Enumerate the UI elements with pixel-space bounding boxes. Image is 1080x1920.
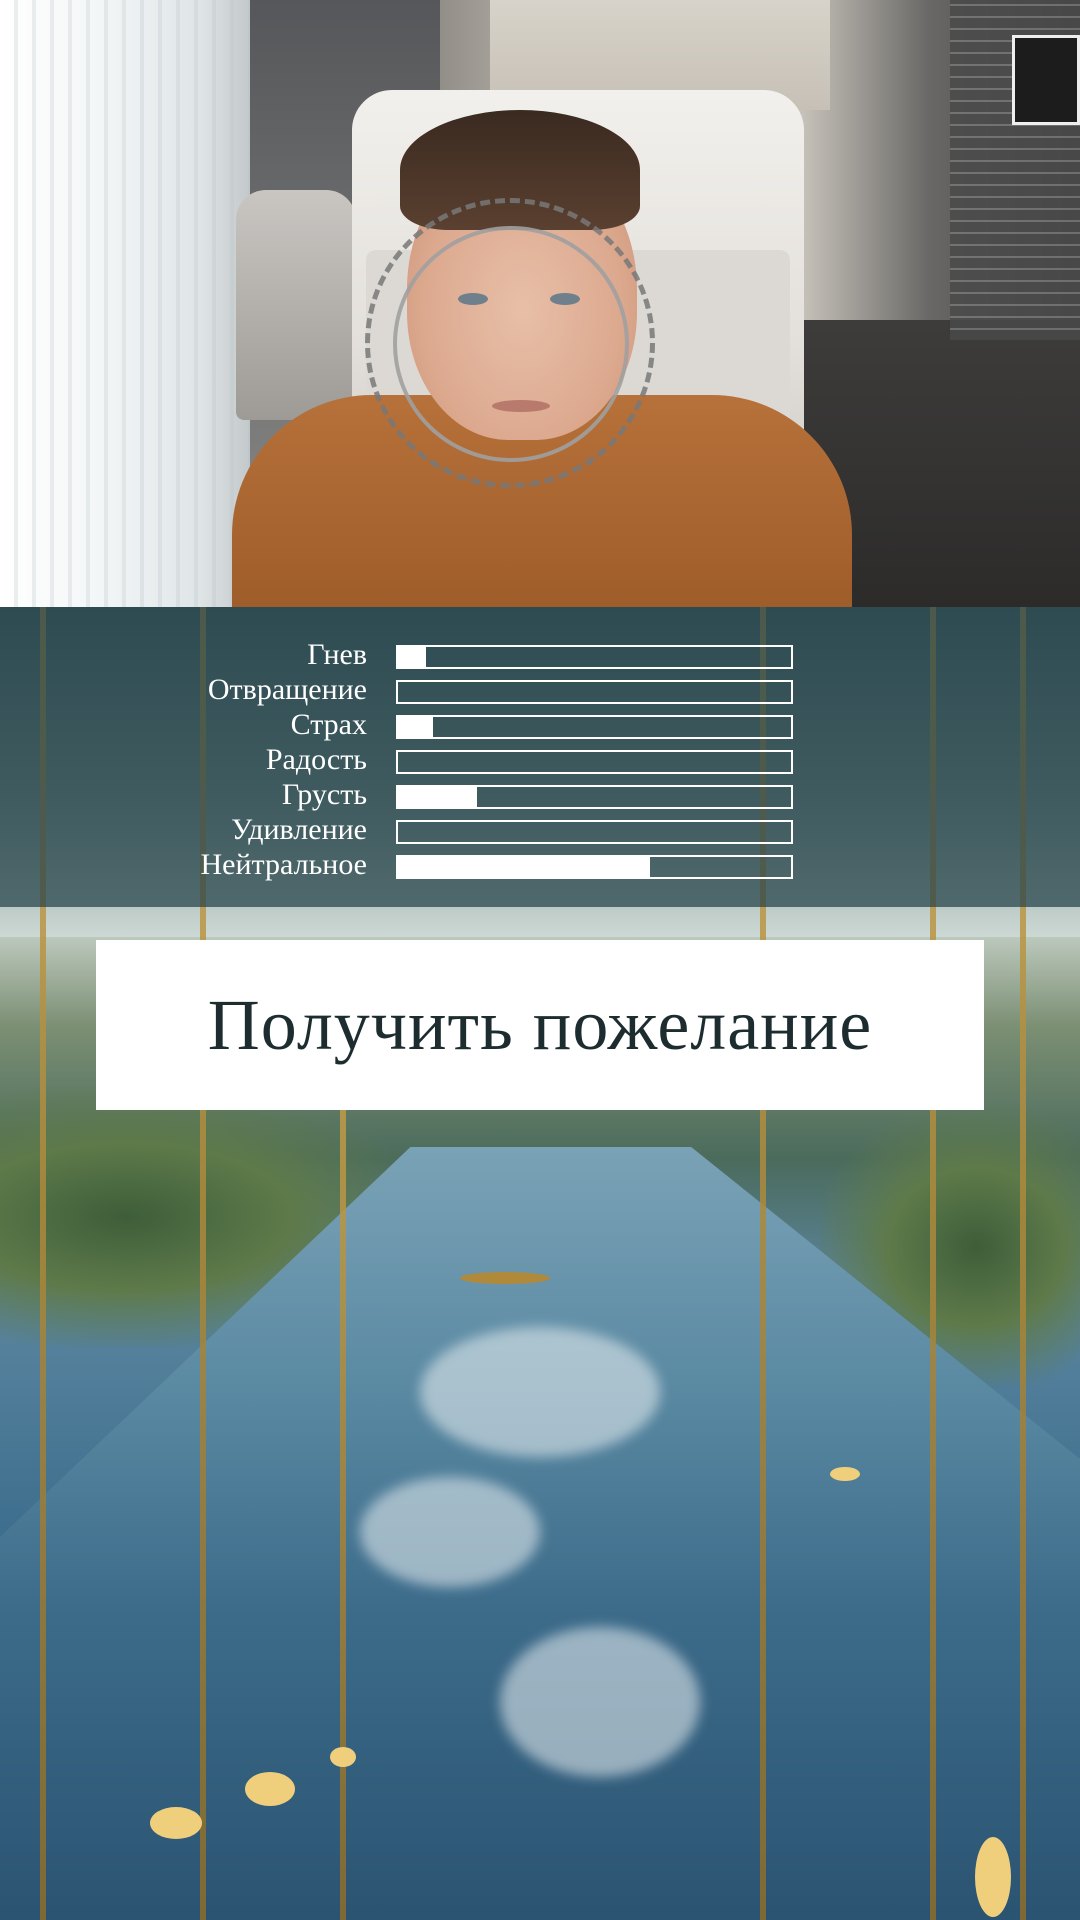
- emotion-row-surprise: Удивление: [0, 813, 1080, 848]
- emotion-label: Грусть: [281, 778, 367, 811]
- wall-poster: [1012, 35, 1080, 125]
- emotion-bar: [396, 715, 793, 739]
- emotion-bar: [396, 750, 793, 774]
- emotion-bar: [396, 785, 793, 809]
- emotion-panel: Гнев Отвращение Страх Радость Грусть Уди…: [0, 607, 1080, 907]
- petal: [150, 1807, 202, 1839]
- petal: [245, 1772, 295, 1806]
- cloud-reflection: [360, 1477, 540, 1587]
- petal: [830, 1467, 860, 1481]
- emotion-row-neutral: Нейтральное: [0, 848, 1080, 883]
- face-tracking-ring-solid: [393, 226, 629, 462]
- emotion-bar-fill: [398, 857, 650, 877]
- cloud-reflection: [420, 1327, 660, 1457]
- camera-feed: [0, 0, 1080, 607]
- emotion-label: Отвращение: [207, 673, 367, 706]
- emotion-bar-fill: [398, 647, 426, 667]
- curtain: [0, 0, 250, 607]
- emotion-label: Удивление: [231, 813, 367, 846]
- petal: [975, 1837, 1011, 1917]
- emotion-bar-fill: [398, 787, 477, 807]
- sofa: [236, 190, 356, 420]
- emotion-row-joy: Радость: [0, 743, 1080, 778]
- emotion-label: Радость: [265, 743, 367, 776]
- emotion-label: Страх: [290, 708, 367, 741]
- emotion-bar: [396, 645, 793, 669]
- emotion-bar: [396, 680, 793, 704]
- emotion-row-disgust: Отвращение: [0, 673, 1080, 708]
- emotion-bar: [396, 820, 793, 844]
- cloud-reflection: [500, 1627, 700, 1777]
- emotion-bar: [396, 855, 793, 879]
- get-wish-button[interactable]: Получить пожелание: [96, 940, 984, 1110]
- petal: [460, 1272, 550, 1284]
- emotion-bar-fill: [398, 717, 434, 737]
- emotion-row-fear: Страх: [0, 708, 1080, 743]
- emotion-label: Нейтральное: [200, 848, 367, 881]
- emotion-row-sadness: Грусть: [0, 778, 1080, 813]
- pole: [340, 987, 346, 1920]
- petal: [330, 1747, 356, 1767]
- emotion-label: Гнев: [307, 638, 367, 671]
- emotion-row-anger: Гнев: [0, 638, 1080, 673]
